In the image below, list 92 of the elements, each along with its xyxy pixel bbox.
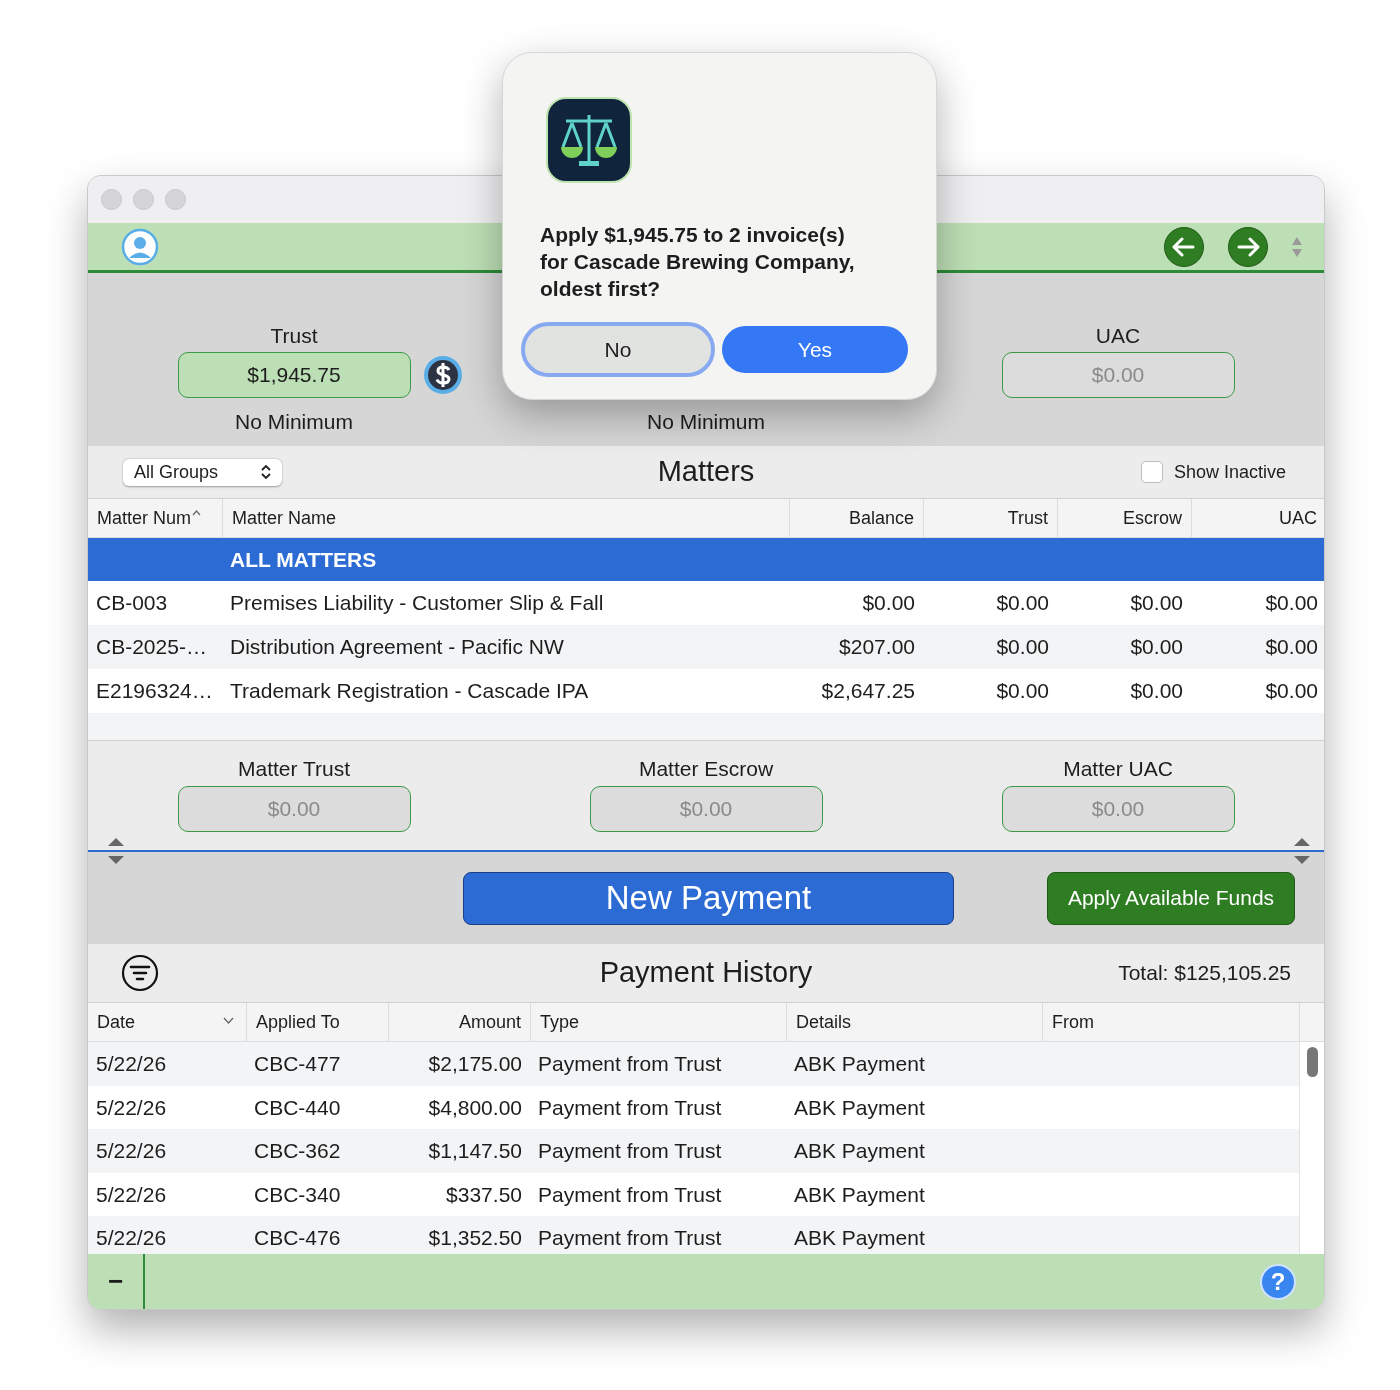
minimum-note: No Minimum xyxy=(235,409,353,435)
table-cell-text: $0.00 xyxy=(996,678,1049,705)
table-cell-text: $0.00 xyxy=(862,590,915,617)
account-label: Matter Trust xyxy=(238,756,350,782)
table-cell-text: ABK Payment xyxy=(794,1138,925,1165)
table-cell-text: CBC-476 xyxy=(254,1225,341,1252)
minimum-note: No Minimum xyxy=(647,409,765,435)
amount-field[interactable]: $1,945.75 xyxy=(177,352,411,398)
column-header[interactable]: Matter Num xyxy=(88,499,222,537)
table-cell-text: Payment from Trust xyxy=(538,1181,722,1208)
remove-button[interactable]: − xyxy=(88,1254,145,1309)
column-header[interactable]: From xyxy=(1042,1003,1299,1041)
table-cell-text: Payment from Trust xyxy=(538,1225,722,1252)
table-cell-text: CBC-477 xyxy=(254,1051,341,1078)
table-cell-text: Payment from Trust xyxy=(538,1094,722,1121)
dialog-button[interactable]: Yes xyxy=(722,326,908,373)
table-cell-text: $0.00 xyxy=(1130,678,1183,705)
column-header[interactable]: Matter Name xyxy=(222,499,789,537)
table-cell-text: ABK Payment xyxy=(794,1225,925,1252)
amount-field[interactable]: $0.00 xyxy=(1001,786,1235,832)
table-cell-text: 5/22/26 xyxy=(96,1051,167,1078)
table-cell-text: ABK Payment xyxy=(794,1181,925,1208)
amount-field[interactable]: $0.00 xyxy=(1001,352,1235,398)
section-title: Payment History xyxy=(599,955,813,991)
account-label: Matter UAC xyxy=(1063,756,1173,782)
table-cell-text: $0.00 xyxy=(996,590,1049,617)
table-cell-text: $0.00 xyxy=(1265,634,1318,661)
help-button[interactable]: ? xyxy=(1260,1263,1296,1300)
table-cell-text: 5/22/26 xyxy=(96,1138,167,1165)
table-cell-text: Distribution Agreement - Pacific NW xyxy=(230,634,564,661)
dollar-sync-icon[interactable] xyxy=(421,354,464,396)
new-payment-button[interactable]: New Payment xyxy=(463,871,954,925)
table-cell-text: $0.00 xyxy=(1265,590,1318,617)
group-dropdown[interactable]: All Groups xyxy=(123,458,282,486)
sort-caret-icon xyxy=(223,1016,234,1024)
resize-handle-icon[interactable] xyxy=(107,837,125,865)
table-cell-text: CBC-440 xyxy=(254,1094,341,1121)
checkbox[interactable] xyxy=(1140,461,1163,483)
column-header[interactable]: Trust xyxy=(923,499,1057,537)
filter-icon[interactable] xyxy=(121,954,159,992)
amount-field[interactable]: $0.00 xyxy=(177,786,411,832)
table-cell-text: Trademark Registration - Cascade IPA xyxy=(230,678,589,705)
table-cell-text: 5/22/26 xyxy=(96,1181,167,1208)
sort-caret-icon xyxy=(192,510,202,516)
table-cell-text: CBC-362 xyxy=(254,1138,341,1165)
table-cell-text: CB-003 xyxy=(96,590,168,617)
account-label: Trust xyxy=(270,323,318,349)
column-header[interactable]: Date xyxy=(88,1003,246,1041)
table-cell-text: CB-2025-… xyxy=(96,634,207,661)
table-row[interactable]: ALL MATTERS xyxy=(88,538,1324,581)
amount-field[interactable]: $0.00 xyxy=(589,786,823,832)
alert-message: Apply $1,945.75 to 2 invoice(s) for Cascade Brewing Company, oldest first? xyxy=(540,222,856,302)
table-cell-text: $0.00 xyxy=(996,634,1049,661)
table-cell-text: $0.00 xyxy=(1130,634,1183,661)
apply-funds-button[interactable]: Apply Available Funds xyxy=(1047,871,1295,925)
table-row[interactable]: CB-2025-… Distribution Agreement - Pacific NW $207.00 $0.00 $0.00 $0.00 xyxy=(88,625,1324,669)
total-amount: Total: $125,105.25 xyxy=(1118,960,1291,987)
resize-handle-icon[interactable] xyxy=(1293,837,1311,865)
table-cell-text: CBC-340 xyxy=(254,1181,341,1208)
table-cell-text: 5/22/26 xyxy=(96,1225,167,1252)
chevron-icon xyxy=(261,465,271,479)
table-cell-text: $1,352.50 xyxy=(428,1225,522,1252)
table-cell-text: $2,175.00 xyxy=(428,1051,522,1078)
table-cell-text: E2196324… xyxy=(96,678,213,705)
table-cell-text: $0.00 xyxy=(1265,678,1318,705)
column-header[interactable]: Details xyxy=(786,1003,1042,1041)
account-label: Matter Escrow xyxy=(638,756,774,782)
section-title: Matters xyxy=(657,454,755,490)
checkbox-label: Show Inactive xyxy=(1173,460,1286,484)
table-cell-text: 5/22/26 xyxy=(96,1094,167,1121)
table-cell-text: $207.00 xyxy=(839,634,915,661)
column-header[interactable]: Type xyxy=(530,1003,786,1041)
column-header[interactable]: Applied To xyxy=(246,1003,388,1041)
table-cell-text: $0.00 xyxy=(1130,590,1183,617)
table-cell-text: $4,800.00 xyxy=(428,1094,522,1121)
table-cell-text: Payment from Trust xyxy=(538,1051,722,1078)
scrollbar-thumb[interactable] xyxy=(1307,1047,1318,1077)
column-header[interactable]: Escrow xyxy=(1057,499,1191,537)
column-header[interactable]: Amount xyxy=(388,1003,530,1041)
table-cell-text: ABK Payment xyxy=(794,1051,925,1078)
table-cell-text: Premises Liability - Customer Slip & Fall xyxy=(230,590,604,617)
table-cell-text: ALL MATTERS xyxy=(230,546,377,573)
account-label: UAC xyxy=(1095,323,1141,349)
table-cell-text: Payment from Trust xyxy=(538,1138,722,1165)
column-header[interactable]: Balance xyxy=(789,499,923,537)
table-cell-text: $1,147.50 xyxy=(428,1138,522,1165)
table-cell-text: ABK Payment xyxy=(794,1094,925,1121)
column-header[interactable]: UAC xyxy=(1191,499,1324,537)
table-cell-text: $337.50 xyxy=(446,1181,522,1208)
user-icon[interactable] xyxy=(121,227,159,266)
scales-icon xyxy=(546,97,632,183)
table-cell-text: $2,647.25 xyxy=(821,678,915,705)
